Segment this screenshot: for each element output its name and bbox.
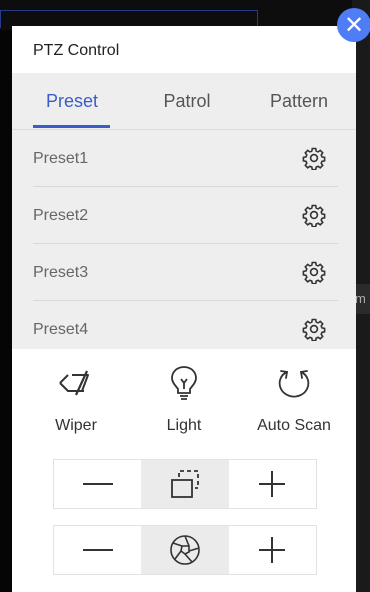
list-item[interactable]: Preset2 <box>12 187 356 244</box>
list-item[interactable]: Preset1 <box>12 130 356 187</box>
minus-icon <box>82 549 113 551</box>
minus-icon <box>82 483 113 485</box>
wiper-label: Wiper <box>55 417 97 434</box>
zoom-frame-icon <box>171 470 199 498</box>
auto-scan-button[interactable]: Auto Scan <box>239 349 349 435</box>
ptz-control-panel: PTZ Control Preset Patrol Pattern Preset… <box>12 26 356 592</box>
close-button[interactable]: ✕ <box>337 8 370 42</box>
plus-icon <box>259 537 286 563</box>
auto-scan-icon <box>278 370 310 398</box>
zoom-indicator <box>141 460 229 508</box>
light-label: Light <box>166 417 202 434</box>
preset-label: Preset2 <box>33 206 89 224</box>
preset-label: Preset3 <box>33 263 89 281</box>
gear-icon[interactable] <box>302 146 326 170</box>
zoom-out-button[interactable] <box>54 460 141 508</box>
wiper-icon <box>59 370 89 396</box>
gear-icon[interactable] <box>302 317 326 341</box>
gear-icon[interactable] <box>302 260 326 284</box>
focus-stepper <box>53 525 317 575</box>
wiper-button[interactable]: Wiper <box>21 349 131 435</box>
preset-label: Preset1 <box>33 149 89 167</box>
active-tab-indicator <box>33 125 110 128</box>
auto-scan-label: Auto Scan <box>257 417 331 434</box>
light-bulb-icon <box>171 366 197 400</box>
zoom-stepper <box>53 459 317 509</box>
panel-title: PTZ Control <box>33 42 120 59</box>
preset-label: Preset4 <box>33 320 89 338</box>
tab-bar: Preset Patrol Pattern <box>12 73 356 129</box>
tab-pattern[interactable]: Pattern <box>242 73 356 129</box>
background-partial-text: m <box>355 291 366 306</box>
preset-list: Preset1 Preset2 Preset3 Preset4 <box>12 130 356 358</box>
preset-area: Preset Patrol Pattern Preset1 Preset2 Pr… <box>12 73 356 349</box>
light-button[interactable]: Light <box>129 349 239 435</box>
zoom-in-button[interactable] <box>229 460 316 508</box>
iris-close-button[interactable] <box>54 526 141 574</box>
aperture-icon <box>170 535 200 565</box>
tab-patrol[interactable]: Patrol <box>132 73 242 129</box>
tab-preset[interactable]: Preset <box>12 73 132 129</box>
iris-indicator <box>141 526 229 574</box>
list-item[interactable]: Preset3 <box>12 244 356 301</box>
plus-icon <box>259 471 286 497</box>
iris-open-button[interactable] <box>229 526 316 574</box>
gear-icon[interactable] <box>302 203 326 227</box>
